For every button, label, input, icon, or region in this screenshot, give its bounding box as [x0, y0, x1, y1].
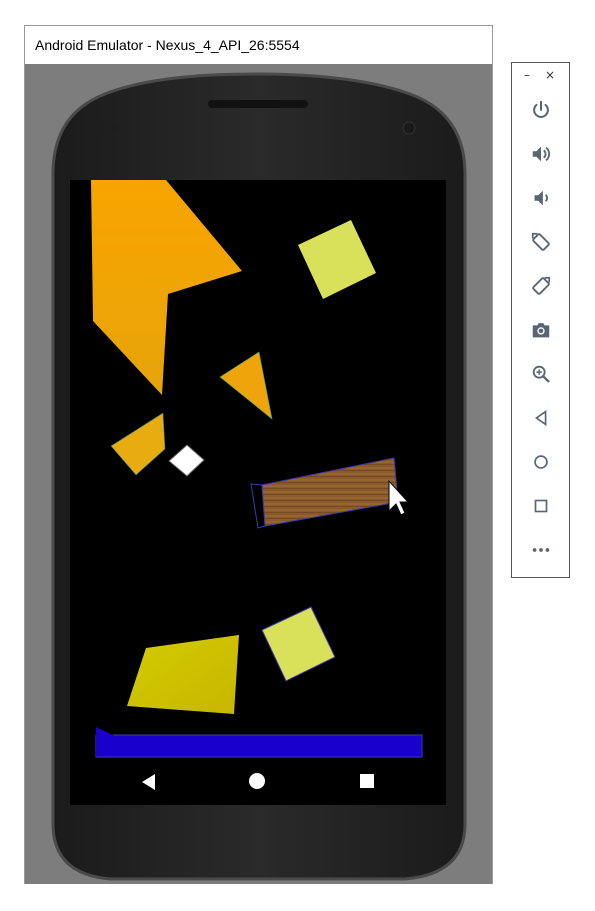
phone-area: [25, 64, 492, 884]
power-button[interactable]: [526, 95, 556, 125]
sensor-dot: [99, 124, 107, 132]
rotate-left-button[interactable]: [526, 227, 556, 257]
nav-back-button[interactable]: [133, 767, 163, 797]
front-camera-icon: [402, 121, 416, 135]
emulator-window: Android Emulator - Nexus_4_API_26:5554: [24, 25, 493, 884]
rotate-right-icon: [532, 276, 551, 295]
toolbar-close-button[interactable]: ×: [545, 67, 555, 83]
more-icon: [532, 548, 550, 552]
volume-down-button[interactable]: [526, 183, 556, 213]
power-icon: [533, 100, 549, 118]
nav-home-button[interactable]: [242, 766, 272, 796]
toolbar-minimize-button[interactable]: –: [524, 67, 530, 83]
overview-icon: [534, 499, 548, 513]
game-canvas[interactable]: [70, 180, 446, 760]
more-button[interactable]: [526, 535, 556, 565]
camera-icon: [532, 323, 550, 338]
back-button[interactable]: [526, 403, 556, 433]
nav-recents-button[interactable]: [352, 766, 382, 796]
sensor-dot: [111, 124, 119, 132]
zoom-icon: [532, 365, 550, 383]
speaker-grille: [208, 100, 308, 108]
emulator-toolbar: – ×: [511, 62, 570, 578]
volume-up-icon: [532, 146, 550, 162]
screenshot-button[interactable]: [526, 315, 556, 345]
rotate-right-button[interactable]: [526, 271, 556, 301]
volume-up-button[interactable]: [526, 139, 556, 169]
zoom-button[interactable]: [526, 359, 556, 389]
title-bar[interactable]: Android Emulator - Nexus_4_API_26:5554: [25, 26, 492, 64]
volume-down-icon: [534, 190, 548, 206]
back-icon: [534, 409, 547, 427]
home-icon: [534, 455, 548, 469]
window-title: Android Emulator - Nexus_4_API_26:5554: [35, 37, 300, 53]
rotate-left-icon: [531, 232, 550, 251]
home-button[interactable]: [526, 447, 556, 477]
overview-button[interactable]: [526, 491, 556, 521]
